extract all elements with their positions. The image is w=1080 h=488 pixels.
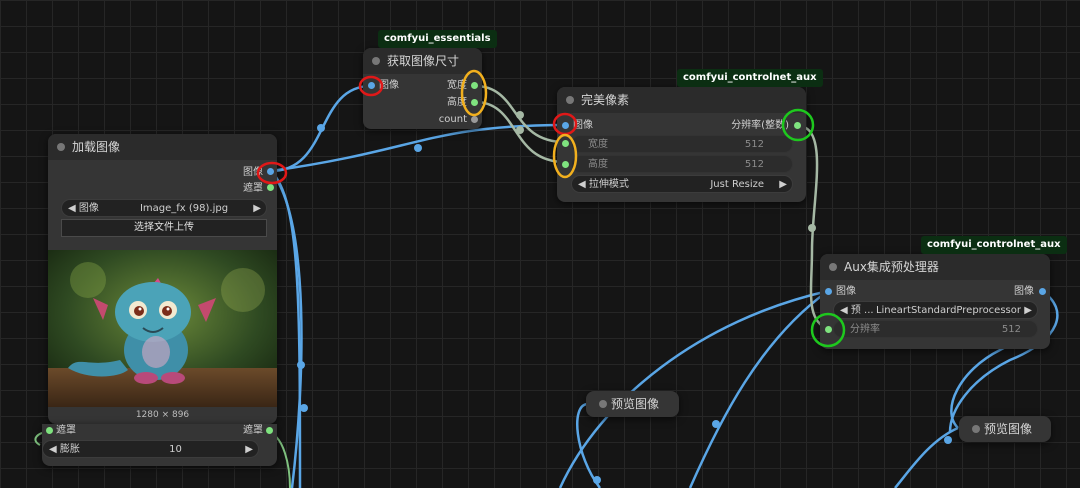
- input-image-socket[interactable]: [368, 82, 375, 89]
- output-height-label: 高度: [447, 97, 467, 108]
- mask-output-socket[interactable]: [266, 427, 273, 434]
- preview-image-node-2[interactable]: 预览图像: [959, 416, 1051, 442]
- width-widget[interactable]: 宽度 512: [571, 135, 793, 153]
- output-resolution-socket[interactable]: [794, 122, 801, 129]
- height-input-socket[interactable]: [562, 161, 569, 168]
- resolution-widget[interactable]: 分辨率 512: [833, 320, 1038, 338]
- input-image-socket[interactable]: [562, 122, 569, 129]
- resolution-input-socket[interactable]: [825, 326, 832, 333]
- output-height-socket[interactable]: [471, 99, 478, 106]
- width-input-socket[interactable]: [562, 140, 569, 147]
- mask-input-label: 遮罩: [56, 425, 76, 436]
- perfect-pixel-title[interactable]: 完美像素: [557, 87, 806, 113]
- output-mask-socket[interactable]: [267, 184, 274, 191]
- load-image-node[interactable]: 加载图像 图像 遮罩 ◀ 图像 Image_fx (98).jpg ▶ 选择文件…: [48, 134, 277, 424]
- dilate-node-partial[interactable]: 遮罩 遮罩 ◀ 膨胀 10 ▶: [42, 424, 277, 466]
- output-mask-label: 遮罩: [243, 183, 263, 194]
- aux-preprocessor-title[interactable]: Aux集成预处理器: [820, 254, 1050, 280]
- dragon-image: [48, 250, 277, 407]
- image-select-widget[interactable]: ◀ 图像 Image_fx (98).jpg ▶: [61, 199, 267, 217]
- input-image-label: 图像: [573, 120, 593, 131]
- height-widget[interactable]: 高度 512: [571, 155, 793, 173]
- get-image-size-title[interactable]: 获取图像尺寸: [363, 48, 482, 74]
- output-image-label: 图像: [243, 167, 263, 178]
- load-image-title[interactable]: 加载图像: [48, 134, 277, 160]
- mask-input-socket[interactable]: [46, 427, 53, 434]
- input-image-label: 图像: [836, 286, 856, 297]
- aux-preprocessor-node[interactable]: Aux集成预处理器 图像 图像 ◀ 预 ... LineartStandardP…: [820, 254, 1050, 349]
- get-image-size-node[interactable]: 获取图像尺寸 图像 宽度 高度 count: [363, 48, 482, 129]
- output-resolution-label: 分辨率(整数): [731, 120, 789, 131]
- resize-mode-widget[interactable]: ◀ 拉伸模式 Just Resize ▶: [571, 175, 793, 193]
- image-preview: [48, 250, 277, 407]
- node-source-tag: comfyui_controlnet_aux: [921, 236, 1067, 254]
- image-dimensions: 1280 × 896: [135, 410, 190, 420]
- output-image-socket[interactable]: [267, 168, 274, 175]
- input-image-socket[interactable]: [825, 288, 832, 295]
- preview-image-node-1[interactable]: 预览图像: [586, 391, 679, 417]
- output-width-label: 宽度: [447, 80, 467, 91]
- input-image-label: 图像: [379, 80, 399, 91]
- preprocessor-select-widget[interactable]: ◀ 预 ... LineartStandardPreprocessor ▶: [833, 301, 1038, 319]
- node-source-tag: comfyui_controlnet_aux: [677, 69, 823, 87]
- node-source-tag: comfyui_essentials: [378, 30, 497, 48]
- output-image-label: 图像: [1014, 286, 1034, 297]
- output-width-socket[interactable]: [471, 82, 478, 89]
- perfect-pixel-node[interactable]: 完美像素 图像 分辨率(整数) 宽度 512 高度 512 ◀ 拉伸模式 Jus…: [557, 87, 806, 202]
- dilate-widget[interactable]: ◀ 膨胀 10 ▶: [42, 440, 259, 458]
- upload-button[interactable]: 选择文件上传: [61, 219, 267, 237]
- mask-output-label: 遮罩: [243, 425, 263, 436]
- output-image-socket[interactable]: [1039, 288, 1046, 295]
- output-count-socket[interactable]: [471, 116, 478, 123]
- output-count-label: count: [438, 114, 467, 125]
